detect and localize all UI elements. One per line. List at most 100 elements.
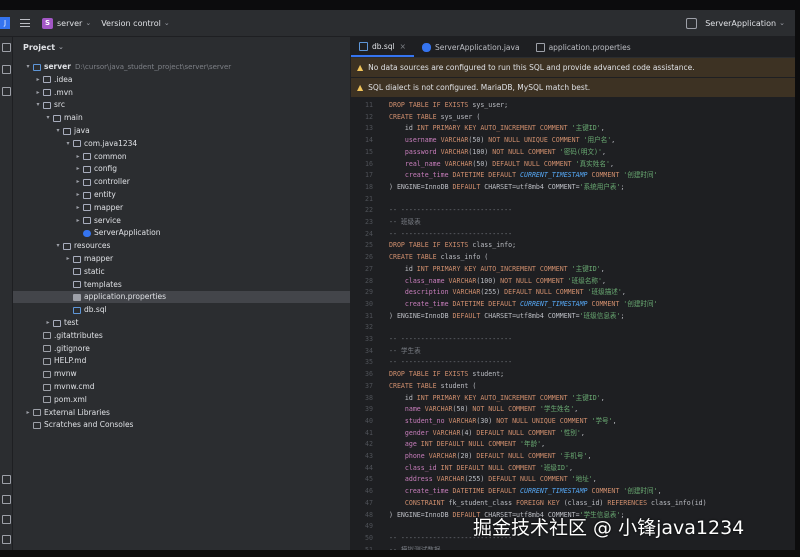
tree-item[interactable]: HELP.md (13, 355, 350, 367)
collapsed-arrow-icon[interactable]: ▸ (73, 176, 83, 188)
code-token: (20) (456, 452, 477, 460)
collapsed-arrow-icon[interactable]: ▸ (23, 407, 33, 419)
code-token: '班级名称' (567, 276, 602, 285)
code-token: -- ---------------------------- (389, 358, 513, 367)
project-name[interactable]: server (57, 19, 82, 28)
more-tools-icon[interactable] (2, 87, 11, 96)
class-file-icon (421, 42, 431, 52)
watermark-text: 掘金技术社区 @ 小锋java1234 (473, 517, 745, 539)
expanded-arrow-icon[interactable]: ▾ (43, 112, 53, 124)
line-number: 35 (365, 358, 373, 367)
tree-item[interactable]: .gitignore (13, 343, 350, 355)
code-token: , (587, 452, 592, 460)
code-token: CURRENT_TIMESTAMP (520, 299, 588, 308)
editor-tab[interactable]: db.sql × (351, 37, 414, 57)
collapsed-arrow-icon[interactable]: ▸ (73, 151, 83, 163)
close-tab-icon[interactable]: × (400, 42, 406, 51)
collapsed-arrow-icon[interactable]: ▸ (73, 189, 83, 201)
tree-item[interactable]: ▸ entity (13, 189, 350, 201)
tree-item[interactable]: ▸ test (13, 317, 350, 329)
expanded-arrow-icon[interactable]: ▾ (63, 138, 73, 150)
code-editor[interactable]: 11 DROP TABLE IF EXISTS sys_user; 12 CREATE… (351, 97, 795, 550)
line-number: 32 (365, 323, 373, 332)
code-line: 26 CREATE TABLE class_info ( (351, 252, 795, 264)
tree-item[interactable]: ▸ controller (13, 176, 350, 188)
tree-item[interactable]: mvnw (13, 368, 350, 380)
tree-item[interactable]: mvnw.cmd (13, 381, 350, 393)
problems-tool-icon[interactable] (2, 535, 11, 544)
sql-dialect-banner[interactable]: ▲ SQL dialect is not configured. MariaDB… (351, 78, 795, 98)
tree-item-label: config (94, 164, 117, 174)
no-datasource-banner[interactable]: ▲ No data sources are configured to run … (351, 58, 795, 78)
code-token: FOREIGN KEY (516, 498, 564, 507)
tree-item[interactable]: ▸ mapper (13, 253, 350, 265)
code-token: '真实姓名' (575, 159, 610, 168)
code-token: '主键ID' (571, 124, 601, 133)
collapsed-arrow-icon[interactable]: ▸ (73, 163, 83, 175)
run-tool-icon[interactable] (2, 475, 11, 484)
line-number: 37 (365, 381, 373, 390)
code-line: 24 -- ---------------------------- (351, 229, 795, 241)
chevron-down-icon[interactable]: ⌄ (164, 19, 170, 27)
code-token: '学生姓名' (539, 405, 575, 414)
tree-item[interactable]: ▸ External Libraries (13, 407, 350, 419)
project-panel-header[interactable]: Project ⌄ (13, 37, 350, 57)
chevron-down-icon[interactable]: ⌄ (58, 43, 64, 51)
tree-item[interactable]: static (13, 266, 350, 278)
code-token: , (602, 276, 606, 285)
collapsed-arrow-icon[interactable]: ▸ (33, 74, 43, 86)
expanded-arrow-icon[interactable]: ▾ (53, 240, 63, 252)
tree-item[interactable]: ▾ java (13, 125, 350, 137)
collapsed-arrow-icon[interactable]: ▸ (73, 215, 83, 227)
project-badge[interactable]: S (42, 17, 53, 29)
code-token: , (621, 288, 626, 297)
version-control-menu[interactable]: Version control (101, 19, 161, 28)
tree-item[interactable]: templates (13, 279, 350, 291)
tree-item[interactable]: Scratches and Consoles (13, 419, 350, 431)
tree-item[interactable]: ▸ .idea (13, 74, 350, 86)
code-token: DEFAULT NULL COMMENT (504, 288, 588, 297)
expanded-arrow-icon[interactable]: ▾ (23, 61, 33, 73)
collapsed-arrow-icon[interactable]: ▸ (63, 253, 73, 265)
tree-item[interactable]: ▸ service (13, 215, 350, 227)
collapsed-arrow-icon[interactable]: ▸ (33, 87, 43, 99)
run-configuration[interactable]: ServerApplication ⌄ (686, 10, 785, 36)
folder-icon (53, 319, 61, 327)
tree-item[interactable]: ▾ main (13, 112, 350, 124)
code-token: ; (620, 311, 625, 320)
terminal-tool-icon[interactable] (2, 515, 11, 524)
expanded-arrow-icon[interactable]: ▾ (33, 99, 43, 111)
git-tool-icon[interactable] (2, 495, 11, 504)
editor-tab[interactable]: ServerApplication.java (414, 37, 528, 57)
tree-item[interactable]: ▸ .mvn (13, 87, 350, 99)
line-number: 36 (365, 370, 373, 379)
tree-item[interactable]: .gitattributes (13, 330, 350, 342)
code-token: '班级描述' (587, 288, 622, 297)
tree-item[interactable]: db.sql (13, 304, 350, 316)
editor-tab[interactable]: application.properties (528, 37, 639, 57)
tree-item[interactable]: ▸ mapper (13, 202, 350, 214)
tree-item[interactable]: ▾ src (13, 99, 350, 111)
chevron-down-icon[interactable]: ⌄ (85, 19, 91, 27)
code-token: (4) (460, 428, 477, 437)
warning-icon: ▲ (357, 63, 364, 72)
tree-item[interactable]: ▸ common (13, 151, 350, 163)
expanded-arrow-icon[interactable]: ▾ (53, 125, 63, 137)
tree-item[interactable]: ▾ resources (13, 240, 350, 252)
structure-tool-icon[interactable] (2, 65, 11, 74)
tree-item-label: HELP.md (54, 356, 87, 366)
main-menu-icon[interactable] (20, 19, 30, 27)
project-tool-icon[interactable] (2, 43, 11, 52)
tree-item-label: mapper (84, 254, 114, 263)
tree-item[interactable]: ▾ server D:\cursor\java_student_project\se… (13, 61, 350, 73)
collapsed-arrow-icon[interactable]: ▸ (43, 317, 53, 329)
folder-icon (83, 165, 91, 173)
tree-item[interactable]: pom.xml (13, 394, 350, 406)
code-token: ; (620, 182, 625, 191)
tree-item[interactable]: application.properties (13, 291, 350, 304)
tree-item[interactable]: ServerApplication (13, 227, 350, 239)
tree-item[interactable]: ▾ com.java1234 (13, 138, 350, 150)
collapsed-arrow-icon[interactable]: ▸ (73, 202, 83, 214)
code-token: DEFAULT NULL COMMENT (488, 475, 572, 484)
tree-item[interactable]: ▸ config (13, 163, 350, 175)
